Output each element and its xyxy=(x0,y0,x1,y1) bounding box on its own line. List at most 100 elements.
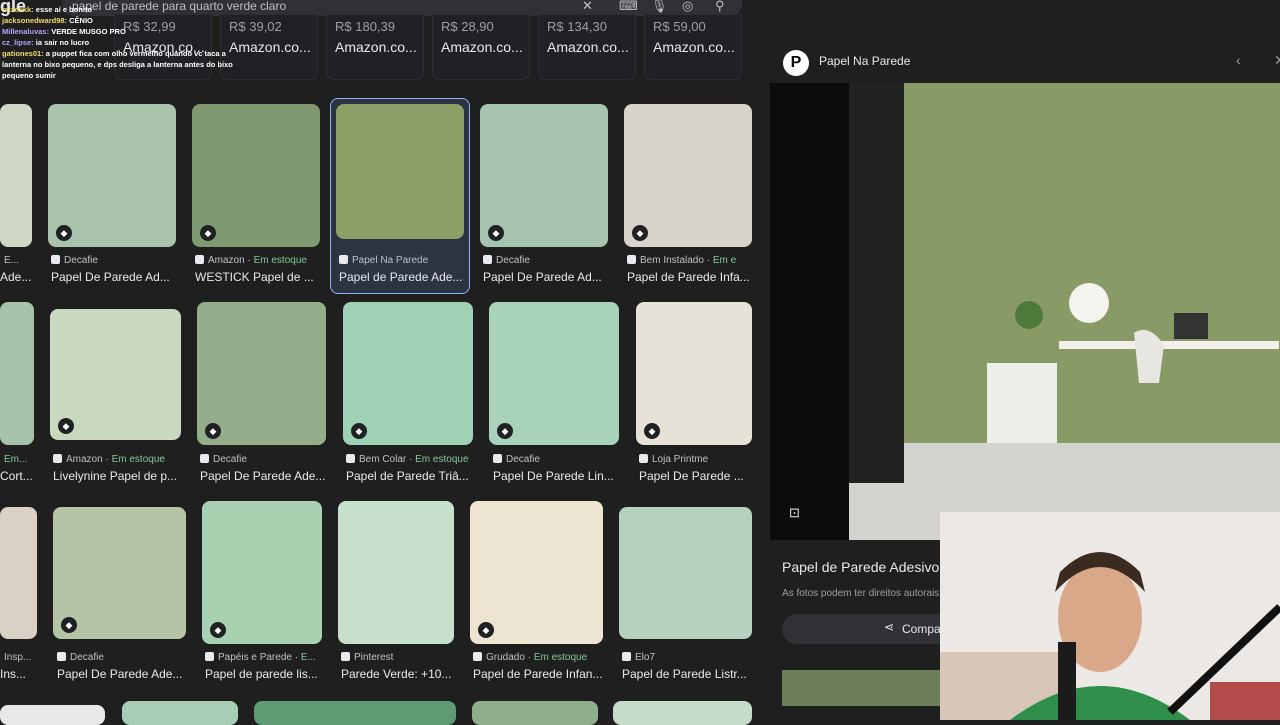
result-source[interactable]: E... xyxy=(4,255,19,266)
preview-title[interactable]: Papel de Parede Adesivo xyxy=(782,559,939,575)
result-image[interactable]: ◆ xyxy=(197,302,326,445)
search-icon[interactable]: ⚲ xyxy=(715,0,725,14)
product-chip[interactable]: R$ 180,39 Amazon.co... xyxy=(326,14,424,80)
result-image[interactable] xyxy=(472,701,598,725)
keyboard-icon[interactable]: ⌨ xyxy=(619,0,638,14)
lens-search-icon[interactable]: ⊡ xyxy=(789,505,800,521)
result-image[interactable]: ◆ xyxy=(624,104,752,247)
result-image[interactable] xyxy=(619,507,752,639)
result-image[interactable] xyxy=(0,507,37,639)
result-image[interactable]: ◆ xyxy=(636,302,752,445)
close-icon[interactable]: ✕ xyxy=(582,0,593,14)
tag-icon: ◆ xyxy=(205,423,221,439)
result-title[interactable]: Papel De Parede ... xyxy=(639,469,754,483)
favicon-icon xyxy=(51,255,60,264)
favicon-icon xyxy=(205,652,214,661)
result-source[interactable]: Decafie xyxy=(493,454,540,465)
result-image[interactable]: ◆ xyxy=(50,309,181,440)
result-image[interactable]: ◆ xyxy=(202,501,322,644)
favicon-icon xyxy=(57,652,66,661)
result-title[interactable]: WESTICK Papel de ... xyxy=(195,270,323,284)
result-image[interactable]: ◆ xyxy=(470,501,603,644)
result-title[interactable]: Papel de Parede Triâ... xyxy=(346,469,474,483)
result-title[interactable]: Livelynine Papel de p... xyxy=(53,469,183,483)
result-title[interactable]: Papel De Parede Ade... xyxy=(200,469,328,483)
result-source[interactable]: Em... xyxy=(4,454,27,465)
result-image[interactable] xyxy=(0,302,34,445)
preview-site-name[interactable]: Papel Na Parede xyxy=(819,54,910,68)
result-image[interactable] xyxy=(254,701,456,725)
tag-icon: ◆ xyxy=(632,225,648,241)
result-source[interactable]: Decafie xyxy=(483,255,530,266)
result-image[interactable]: ◆ xyxy=(192,104,320,247)
result-title[interactable]: Papel De Parede Ade... xyxy=(57,667,189,681)
result-image[interactable]: ◆ xyxy=(343,302,473,445)
result-image[interactable] xyxy=(338,501,454,644)
result-source[interactable]: Decafie xyxy=(57,652,104,663)
favicon-icon xyxy=(483,255,492,264)
result-title[interactable]: Parede Verde: +10... xyxy=(341,667,461,681)
result-source[interactable]: Amazon · Em estoque xyxy=(53,454,165,465)
result-image[interactable] xyxy=(0,705,105,725)
related-image[interactable] xyxy=(782,670,962,706)
result-image[interactable]: ◆ xyxy=(48,104,176,247)
result-title[interactable]: Papel de Parede Ade... xyxy=(339,270,463,284)
chip-price: R$ 59,00 xyxy=(653,19,706,34)
result-title[interactable]: Papel de Parede Listr... xyxy=(622,667,755,681)
result-source[interactable]: Decafie xyxy=(51,255,98,266)
share-label[interactable]: Compa xyxy=(902,622,941,636)
result-image[interactable] xyxy=(0,104,32,247)
chat-message: mizekkk: esse aí e bonito xyxy=(2,5,93,14)
result-source[interactable]: Pinterest xyxy=(341,652,393,663)
result-source[interactable]: Grudado · Em estoque xyxy=(473,652,587,663)
result-source[interactable]: Elo7 xyxy=(622,652,655,663)
result-title[interactable]: Ins... xyxy=(0,667,37,681)
favicon-icon xyxy=(195,255,204,264)
close-icon[interactable]: ✕ xyxy=(1274,52,1280,69)
result-title[interactable]: Papel de Parede Infan... xyxy=(473,667,606,681)
result-source[interactable]: Decafie xyxy=(200,454,247,465)
chat-message: gationes01: a puppet fica com olho verme… xyxy=(2,49,233,80)
result-title[interactable]: Papel De Parede Ad... xyxy=(51,270,179,284)
product-chip[interactable]: R$ 59,00 Amazon.co... xyxy=(644,14,742,80)
tag-icon: ◆ xyxy=(351,423,367,439)
result-image[interactable] xyxy=(336,104,464,239)
chip-site: Amazon.co... xyxy=(653,39,735,55)
streamer-webcam xyxy=(940,512,1280,720)
result-title[interactable]: Ade... xyxy=(0,270,32,284)
result-title[interactable]: Papel de Parede Infa... xyxy=(627,270,755,284)
result-title[interactable]: Papel de parede lis... xyxy=(205,667,325,681)
tag-icon: ◆ xyxy=(478,622,494,638)
product-chip[interactable]: R$ 134,30 Amazon.co... xyxy=(538,14,636,80)
mic-icon[interactable]: 🎙 xyxy=(651,0,668,14)
tag-icon: ◆ xyxy=(200,225,216,241)
lens-icon[interactable]: ◎ xyxy=(682,0,693,14)
tag-icon: ◆ xyxy=(56,225,72,241)
tag-icon: ◆ xyxy=(488,225,504,241)
chip-price: R$ 180,39 xyxy=(335,19,395,34)
result-image[interactable]: ◆ xyxy=(480,104,608,247)
result-image[interactable] xyxy=(122,701,238,725)
product-chip[interactable]: R$ 28,90 Amazon.co... xyxy=(432,14,530,80)
result-image[interactable] xyxy=(613,701,752,725)
result-title[interactable]: Papel De Parede Lin... xyxy=(493,469,621,483)
result-title[interactable]: Cort... xyxy=(0,469,34,483)
result-image[interactable]: ◆ xyxy=(53,507,186,639)
result-source[interactable]: Insp... xyxy=(4,652,31,663)
result-source[interactable]: Amazon · Em estoque xyxy=(195,255,307,266)
result-source[interactable]: Bem Instalado · Em e xyxy=(627,255,736,266)
favicon-icon xyxy=(473,652,482,661)
result-title[interactable]: Papel De Parede Ad... xyxy=(483,270,611,284)
result-source[interactable]: Papéis e Parede · E... xyxy=(205,652,316,663)
result-image[interactable]: ◆ xyxy=(489,302,619,445)
favicon-icon xyxy=(53,454,62,463)
chevron-left-icon[interactable]: ‹ xyxy=(1236,52,1241,68)
chip-price: R$ 134,30 xyxy=(547,19,607,34)
chip-site: Amazon.co... xyxy=(547,39,629,55)
chip-site: Amazon.co... xyxy=(441,39,523,55)
result-source[interactable]: Papel Na Parede xyxy=(339,255,428,266)
result-source[interactable]: Bem Colar · Em estoque xyxy=(346,454,469,465)
preview-image[interactable] xyxy=(849,83,1280,540)
result-source[interactable]: Loja Printme xyxy=(639,454,708,465)
site-logo-icon[interactable]: P xyxy=(783,50,809,76)
